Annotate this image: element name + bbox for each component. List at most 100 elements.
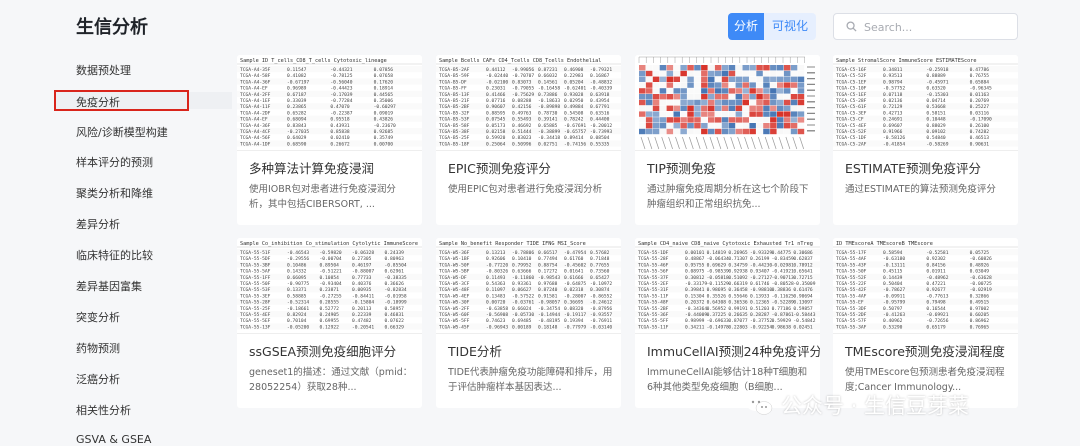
card-thumbnail: Sample No_benefit Responder TIDE IFNG MS… bbox=[436, 238, 621, 334]
svg-text:-0.11860: -0.11860 bbox=[512, 275, 534, 281]
svg-text:-0.24612: -0.24612 bbox=[590, 300, 612, 306]
svg-text:-0.69921: -0.69921 bbox=[926, 312, 948, 318]
svg-text:-0.56908: -0.56908 bbox=[486, 312, 508, 318]
svg-text:-0.27255: -0.27255 bbox=[320, 293, 342, 299]
sidebar-item-sample-score[interactable]: 样本评分的预测 bbox=[76, 154, 153, 170]
svg-text:-0.44321: -0.44321 bbox=[330, 67, 352, 73]
svg-text:0.92685: 0.92685 bbox=[374, 129, 394, 135]
svg-text:-0.51221: -0.51221 bbox=[320, 269, 342, 275]
sidebar-item-risk-model[interactable]: 风险/诊断模型构建 bbox=[76, 124, 168, 140]
svg-text:0.11097: 0.11097 bbox=[486, 287, 506, 293]
search-input[interactable] bbox=[864, 18, 1012, 36]
card-epic[interactable]: Sample Bcells CAFs CD4_Tcells CD8_Tcells… bbox=[436, 55, 621, 225]
svg-text:0.54363: 0.54363 bbox=[486, 281, 506, 287]
svg-text:-0.98057: -0.98057 bbox=[538, 300, 560, 306]
svg-text:0.43931: 0.43931 bbox=[330, 123, 350, 129]
svg-text:-0.56040: -0.56040 bbox=[330, 79, 352, 85]
svg-text:0.07545: 0.07545 bbox=[486, 117, 506, 123]
card-tmescore[interactable]: ID TMEscoreA TMEscoreB TMEscore TCGA-55-1… bbox=[833, 238, 1018, 408]
svg-text:0.63520: 0.63520 bbox=[926, 86, 946, 92]
card-title: ssGSEA预测免疫细胞评分 bbox=[249, 344, 397, 359]
card-thumbnail bbox=[635, 55, 820, 151]
svg-text:0.88595: 0.88595 bbox=[486, 110, 506, 116]
sidebar-item-pancancer[interactable]: 泛癌分析 bbox=[76, 371, 120, 387]
svg-text:0.65427: 0.65427 bbox=[590, 275, 610, 281]
svg-text:0.73886: 0.73886 bbox=[538, 92, 558, 98]
svg-text:TCGA-B5-DF: TCGA-B5-DF bbox=[439, 79, 467, 85]
svg-text:0.66319: 0.66319 bbox=[728, 281, 748, 287]
svg-text:-0.35009: -0.35009 bbox=[793, 281, 815, 287]
svg-text:0.77494: 0.77494 bbox=[538, 256, 558, 262]
svg-text:-0.17039: -0.17039 bbox=[330, 92, 352, 98]
svg-text:TCGA-A4-4CF: TCGA-A4-4CF bbox=[240, 129, 271, 135]
card-title: 多种算法计算免疫浸润 bbox=[249, 161, 375, 176]
svg-text:0.97688: 0.97688 bbox=[538, 281, 558, 287]
svg-text:0.13483: 0.13483 bbox=[486, 293, 506, 299]
svg-text:Sample Bcells CAFs CD4_Tcel: Sample Bcells CAFs CD4_Tcells CD8_Tcells… bbox=[439, 58, 601, 64]
svg-text:0.87240: 0.87240 bbox=[538, 287, 558, 293]
svg-text:TCGA-55-43F: TCGA-55-43F bbox=[836, 262, 867, 268]
svg-text:-0.62401: -0.62401 bbox=[564, 86, 586, 92]
sidebar-active-outline bbox=[54, 90, 189, 111]
tab-visualization[interactable]: 可视化 bbox=[764, 13, 816, 40]
tab-analysis[interactable]: 分析 bbox=[728, 13, 764, 40]
svg-text:-0.58126: -0.58126 bbox=[883, 135, 905, 141]
svg-text:0.44400: 0.44400 bbox=[590, 117, 610, 123]
svg-text:0.46692: 0.46692 bbox=[512, 123, 532, 129]
svg-text:-0.18633: -0.18633 bbox=[538, 98, 560, 104]
svg-text:-0.63858: -0.63858 bbox=[486, 306, 508, 312]
sidebar-item-correlation[interactable]: 相关性分析 bbox=[76, 402, 131, 418]
svg-text:0.60205: 0.60205 bbox=[970, 312, 990, 318]
sidebar-item-gsva-gsea[interactable]: GSVA & GSEA bbox=[76, 433, 151, 446]
svg-text:0.00935: 0.00935 bbox=[352, 287, 372, 293]
sidebar-item-preprocessing[interactable]: 数据预处理 bbox=[76, 62, 131, 78]
svg-text:TCGA-55-50F: TCGA-55-50F bbox=[240, 281, 271, 287]
svg-text:0.40962: 0.40962 bbox=[883, 318, 903, 324]
svg-text:0.16544: 0.16544 bbox=[926, 306, 946, 312]
card-tide[interactable]: Sample No_benefit Responder TIDE IFNG MS… bbox=[436, 238, 621, 408]
card-title: TIP预测免疫 bbox=[647, 161, 716, 176]
svg-text:-0.06434: -0.06434 bbox=[707, 256, 729, 262]
sidebar-item-mutation[interactable]: 突变分析 bbox=[76, 309, 120, 325]
sidebar-item-enrichment[interactable]: 差异基因富集 bbox=[76, 278, 142, 294]
thumbnail-preview bbox=[638, 56, 815, 150]
svg-text:-0.00725: -0.00725 bbox=[970, 281, 992, 287]
svg-text:0.58885: 0.58885 bbox=[287, 293, 307, 299]
sidebar-item-immune-analysis[interactable]: 免疫分析 bbox=[76, 94, 120, 110]
sidebar-item-clinical[interactable]: 临床特征的比较 bbox=[76, 247, 153, 263]
svg-text:-0.06328: -0.06328 bbox=[352, 250, 374, 256]
svg-text:0.26965: 0.26965 bbox=[728, 250, 748, 256]
svg-text:-0.03761: -0.03761 bbox=[512, 300, 534, 306]
sidebar-item-drug[interactable]: 药物预测 bbox=[76, 340, 120, 356]
svg-text:0.59857: 0.59857 bbox=[793, 306, 813, 312]
svg-text:TCGA-B5-53F: TCGA-B5-53F bbox=[439, 117, 470, 123]
card-ssgsea[interactable]: Sample Co_inhibition Co_stimulation Cyto… bbox=[237, 238, 422, 408]
svg-text:-0.85504: -0.85504 bbox=[385, 262, 407, 268]
svg-text:TCGA-55-56F: TCGA-55-56F bbox=[638, 269, 669, 275]
svg-text:TCGA-55-42F: TCGA-55-42F bbox=[836, 287, 867, 293]
svg-text:TCGA-55-3DF: TCGA-55-3DF bbox=[836, 306, 867, 312]
svg-text:TCGA-55-57F: TCGA-55-57F bbox=[836, 318, 867, 324]
svg-text:0.35526: 0.35526 bbox=[707, 293, 727, 299]
card-immucellai[interactable]: Sample CD4_naive CD8_naive Cytotoxic Exh… bbox=[635, 238, 820, 408]
svg-text:-0.44009: -0.44009 bbox=[685, 312, 707, 318]
svg-text:TCGA-55-2DF: TCGA-55-2DF bbox=[836, 312, 867, 318]
svg-text:-0.05730: -0.05730 bbox=[512, 312, 534, 318]
svg-text:-0.22387: -0.22387 bbox=[330, 110, 352, 116]
svg-text:0.18148: 0.18148 bbox=[538, 324, 558, 330]
sidebar-item-clustering[interactable]: 聚类分析和降维 bbox=[76, 185, 153, 201]
card-tip[interactable]: TIP预测免疫 通过肿瘤免疫周期分析在这七个阶段下肿瘤组织和正常组织抗免... bbox=[635, 55, 820, 225]
svg-text:-0.52581: -0.52581 bbox=[926, 250, 948, 256]
svg-text:-0.45971: -0.45971 bbox=[926, 79, 948, 85]
thumbnail-preview: Sample No_benefit Responder TIDE IFNG MS… bbox=[436, 241, 621, 330]
svg-text:0.38836: 0.38836 bbox=[772, 287, 792, 293]
svg-text:0.72129: 0.72129 bbox=[883, 104, 903, 110]
svg-text:-0.93404: -0.93404 bbox=[320, 281, 342, 287]
svg-text:-0.15303: -0.15303 bbox=[926, 92, 948, 98]
sidebar-item-differential[interactable]: 差异分析 bbox=[76, 216, 120, 232]
svg-text:-0.44230: -0.44230 bbox=[750, 262, 772, 268]
svg-text:-0.02100: -0.02100 bbox=[486, 79, 508, 85]
card-multi-algorithm[interactable]: Sample ID T_cells_CD8_T_cells Cytotoxic_… bbox=[237, 55, 422, 225]
svg-text:0.59920: 0.59920 bbox=[486, 135, 506, 141]
card-estimate[interactable]: Sample StromalScore ImmuneScore ESTIMATE… bbox=[833, 55, 1018, 225]
